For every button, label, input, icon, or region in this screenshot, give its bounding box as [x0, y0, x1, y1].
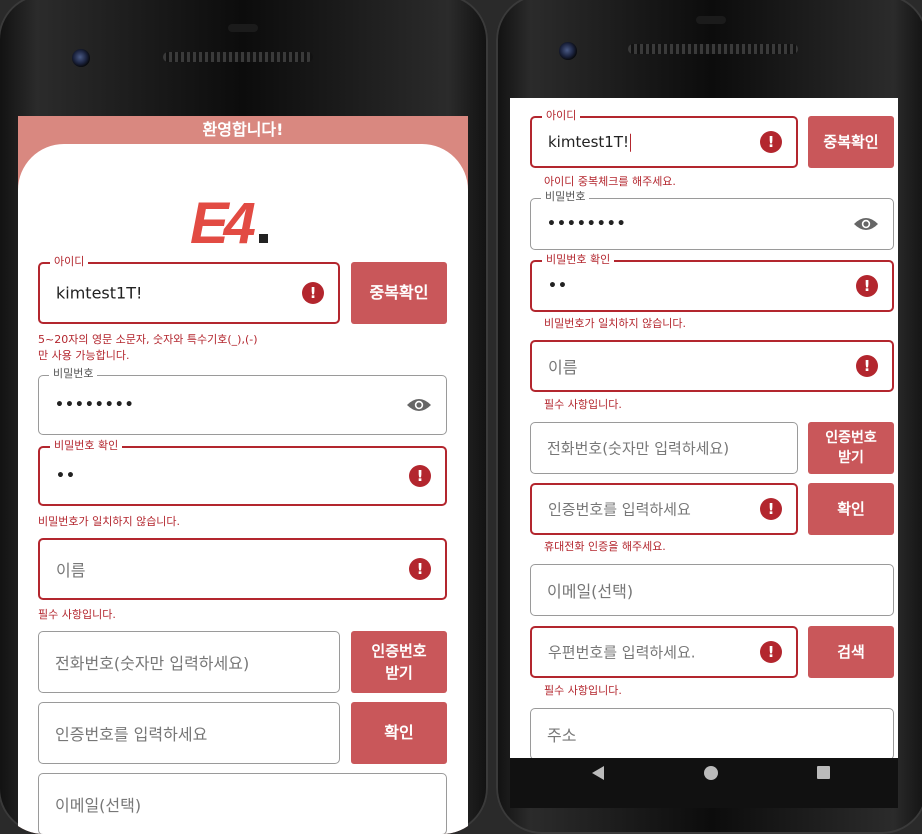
address-placeholder: 주소 — [547, 726, 577, 745]
password-confirm-value: •• — [548, 278, 568, 294]
error-icon: ! — [760, 131, 782, 153]
id-field-label: 아이디 — [542, 109, 581, 123]
password-confirm-label: 비밀번호 확인 — [50, 439, 123, 453]
error-icon: ! — [409, 465, 431, 487]
phone-frame-left: 환영합니다! E4 아이디 kimtest1T! ! 중복확인 5~20자의 영… — [0, 0, 488, 834]
phone-placeholder: 전화번호(숫자만 입력하세요) — [547, 439, 730, 458]
password-confirm-label: 비밀번호 확인 — [542, 253, 615, 267]
app-logo: E4 — [190, 194, 268, 254]
password-confirm-field[interactable]: 비밀번호 확인 •• ! — [38, 439, 447, 506]
error-icon: ! — [856, 355, 878, 377]
id-input-text: kimtest1T! — [548, 132, 629, 151]
send-code-line2: 받기 — [385, 664, 413, 682]
password-field-label: 비밀번호 — [49, 367, 98, 381]
password-mismatch-text: 비밀번호가 일치하지 않습니다. — [38, 515, 181, 528]
send-code-line1: 인증번호 — [371, 642, 427, 660]
postal-code-field[interactable]: 우편번호를 입력하세요. ! — [530, 626, 798, 678]
front-camera-icon — [72, 49, 90, 67]
name-field[interactable]: 이름 ! — [38, 538, 447, 600]
name-field[interactable]: 이름 ! — [530, 340, 894, 392]
phone-verify-text: 휴대전화 인증을 해주세요. — [544, 540, 666, 553]
phone-placeholder: 전화번호(숫자만 입력하세요) — [55, 654, 250, 673]
email-field[interactable]: 이메일(선택) — [38, 773, 447, 834]
password-confirm-field[interactable]: 비밀번호 확인 •• ! — [530, 253, 894, 312]
id-field-label: 아이디 — [50, 255, 89, 269]
id-helper-line2: 만 사용 가능합니다. — [38, 349, 130, 362]
signup-card: E4 아이디 kimtest1T! ! 중복확인 5~20자의 영문 소문자, … — [18, 144, 468, 834]
error-icon: ! — [409, 558, 431, 580]
verification-code-field[interactable]: 인증번호를 입력하세요 ! — [530, 483, 798, 535]
earpiece-sensor — [228, 24, 258, 32]
email-placeholder: 이메일(선택) — [55, 796, 142, 815]
id-helper-text: 아이디 중복체크를 해주세요. — [544, 175, 676, 188]
id-input-value: kimtest1T! — [56, 283, 143, 303]
dup-check-button[interactable]: 중복확인 — [351, 262, 447, 324]
send-code-line1: 인증번호 — [825, 430, 877, 446]
error-icon: ! — [302, 282, 324, 304]
password-input-value: •••••••• — [547, 216, 627, 232]
address-field[interactable]: 주소 — [530, 708, 894, 758]
postal-search-button[interactable]: 검색 — [808, 626, 894, 678]
email-placeholder: 이메일(선택) — [547, 582, 634, 601]
confirm-code-button[interactable]: 확인 — [351, 702, 447, 764]
phone-frame-right: 아이디 kimtest1T! ! 중복확인 아이디 중복체크를 해주세요. 비밀… — [496, 0, 922, 834]
text-caret — [630, 133, 631, 152]
send-code-button[interactable]: 인증번호 받기 — [808, 422, 894, 474]
recent-apps-icon[interactable] — [817, 766, 830, 779]
speaker-grille — [628, 44, 798, 54]
password-confirm-value: •• — [56, 468, 76, 484]
eye-icon[interactable] — [853, 216, 879, 232]
email-field[interactable]: 이메일(선택) — [530, 564, 894, 616]
phone-field[interactable]: 전화번호(숫자만 입력하세요) — [38, 631, 340, 693]
eye-icon[interactable] — [406, 397, 432, 413]
confirm-code-button[interactable]: 확인 — [808, 483, 894, 535]
phone-field[interactable]: 전화번호(숫자만 입력하세요) — [530, 422, 798, 474]
postal-required-text: 필수 사항입니다. — [544, 684, 622, 697]
id-field[interactable]: 아이디 kimtest1T! ! — [38, 255, 340, 324]
password-field[interactable]: 비밀번호 •••••••• — [530, 190, 894, 250]
name-placeholder: 이름 — [548, 358, 578, 377]
dup-check-button[interactable]: 중복확인 — [808, 116, 894, 168]
logo-text: E4 — [190, 191, 256, 256]
error-icon: ! — [760, 498, 782, 520]
code-placeholder: 인증번호를 입력하세요 — [548, 500, 691, 519]
back-icon[interactable] — [592, 766, 604, 780]
id-field[interactable]: 아이디 kimtest1T! ! — [530, 109, 798, 168]
password-mismatch-text: 비밀번호가 일치하지 않습니다. — [544, 317, 687, 330]
id-helper-line1: 5~20자의 영문 소문자, 숫자와 특수기호(_),(-) — [38, 333, 258, 346]
password-field-label: 비밀번호 — [541, 190, 590, 204]
name-placeholder: 이름 — [56, 561, 86, 580]
password-input-value: •••••••• — [55, 397, 135, 413]
signup-screen-left: 환영합니다! E4 아이디 kimtest1T! ! 중복확인 5~20자의 영… — [18, 116, 468, 834]
error-icon: ! — [760, 641, 782, 663]
error-icon: ! — [856, 275, 878, 297]
logo-dot — [258, 234, 268, 243]
id-helper-text: 5~20자의 영문 소문자, 숫자와 특수기호(_),(-) 만 사용 가능합니… — [38, 332, 258, 364]
front-camera-icon — [559, 42, 577, 60]
send-code-button[interactable]: 인증번호 받기 — [351, 631, 447, 693]
android-nav-bar — [510, 758, 898, 808]
welcome-title: 환영합니다! — [202, 120, 284, 139]
code-placeholder: 인증번호를 입력하세요 — [55, 725, 208, 744]
send-code-line2: 받기 — [838, 450, 864, 466]
signup-screen-right: 아이디 kimtest1T! ! 중복확인 아이디 중복체크를 해주세요. 비밀… — [510, 98, 898, 758]
name-required-text: 필수 사항입니다. — [38, 608, 116, 621]
home-icon[interactable] — [704, 766, 718, 780]
speaker-grille — [163, 52, 313, 62]
name-required-text: 필수 사항입니다. — [544, 398, 622, 411]
earpiece-sensor — [696, 16, 726, 24]
password-field[interactable]: 비밀번호 •••••••• — [38, 367, 447, 435]
id-input-value: kimtest1T! — [548, 133, 631, 152]
verification-code-field[interactable]: 인증번호를 입력하세요 — [38, 702, 340, 764]
postal-placeholder: 우편번호를 입력하세요. — [548, 643, 696, 662]
